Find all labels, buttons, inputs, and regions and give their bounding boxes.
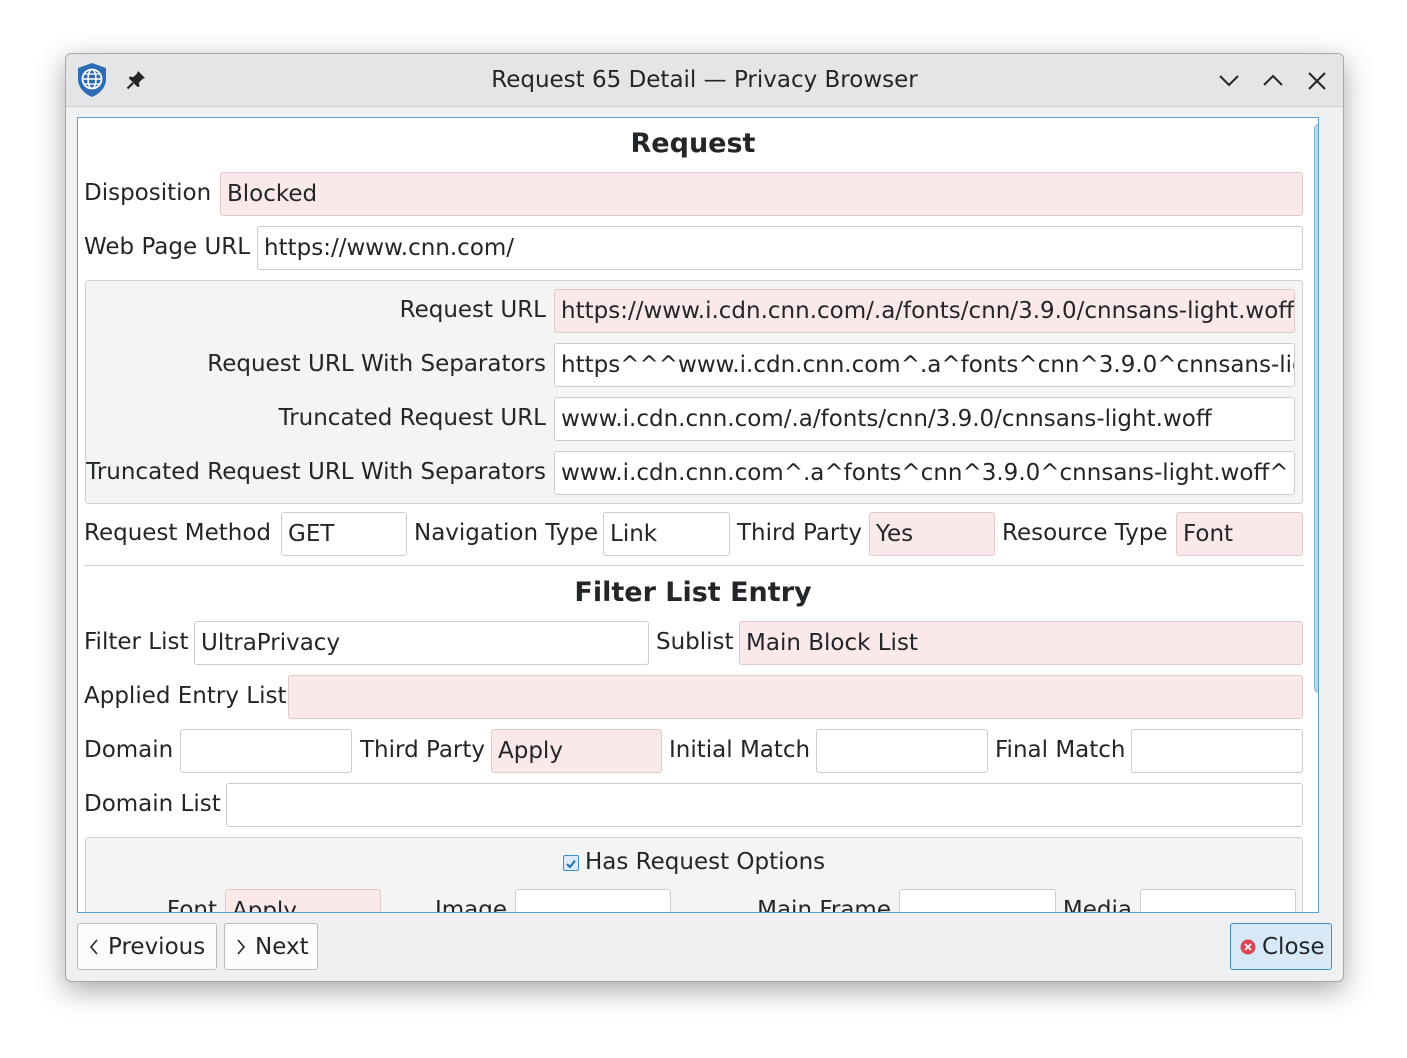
- applied-entry-list-field[interactable]: [288, 675, 1303, 719]
- close-button[interactable]: Close: [1230, 923, 1332, 970]
- option-main-frame-label: Main Frame: [757, 897, 891, 913]
- maximize-chevron-up-icon[interactable]: [1260, 68, 1286, 94]
- filter-list-entry-heading: Filter List Entry: [574, 577, 812, 608]
- request-detail-window: Request 65 Detail — Privacy Browser Requ…: [65, 53, 1344, 982]
- truncated-url-separators-label: Truncated Request URL With Separators: [86, 459, 546, 485]
- initial-match-field[interactable]: [816, 729, 988, 773]
- option-main-frame-field[interactable]: [899, 889, 1056, 912]
- detail-scroll-area[interactable]: Request Disposition Blocked Web Page URL…: [77, 117, 1319, 913]
- final-match-label: Final Match: [995, 737, 1126, 763]
- close-button-label: Close: [1262, 933, 1325, 960]
- resource-type-label: Resource Type: [1002, 520, 1168, 546]
- web-page-url-field[interactable]: https://www.cnn.com/: [257, 226, 1303, 270]
- domain-label: Domain: [84, 737, 174, 763]
- request-url-separators-label: Request URL With Separators: [207, 351, 546, 377]
- sublist-label: Sublist: [656, 629, 734, 655]
- request-options-group: Has Request Options Font Apply Image Mai…: [85, 837, 1303, 913]
- navigation-type-label: Navigation Type: [414, 520, 599, 546]
- option-font-label: Font: [166, 897, 217, 913]
- title-bar[interactable]: Request 65 Detail — Privacy Browser: [66, 54, 1343, 107]
- applied-entry-list-label: Applied Entry List: [84, 683, 287, 709]
- previous-button[interactable]: Previous: [77, 923, 217, 970]
- filter-list-label: Filter List: [84, 629, 189, 655]
- option-image-field[interactable]: [515, 889, 671, 912]
- request-url-separators-field[interactable]: https^^^www.i.cdn.cnn.com^.a^fonts^cnn^3…: [554, 343, 1295, 387]
- option-media-label: Media: [1062, 897, 1132, 913]
- resource-type-field[interactable]: Font: [1176, 512, 1303, 556]
- web-page-url-label: Web Page URL: [84, 234, 251, 260]
- truncated-url-field[interactable]: www.i.cdn.cnn.com/.a/fonts/cnn/3.9.0/cnn…: [554, 397, 1295, 441]
- filter-list-field[interactable]: UltraPrivacy: [194, 621, 649, 665]
- checkmark-icon: [566, 859, 576, 869]
- option-image-label: Image: [434, 897, 507, 913]
- close-circle-icon: [1240, 939, 1256, 954]
- vertical-scrollbar[interactable]: [1314, 124, 1318, 693]
- close-x-icon[interactable]: [1304, 68, 1330, 94]
- final-match-field[interactable]: [1131, 729, 1303, 773]
- filter-third-party-label: Third Party: [360, 737, 485, 763]
- third-party-label: Third Party: [737, 520, 862, 546]
- truncated-url-label: Truncated Request URL: [278, 405, 546, 431]
- request-method-field[interactable]: GET: [281, 512, 407, 556]
- option-font-field[interactable]: Apply: [225, 889, 381, 912]
- minimize-chevron-down-icon[interactable]: [1216, 68, 1242, 94]
- navigation-type-field[interactable]: Link: [603, 512, 730, 556]
- window-title: Request 65 Detail — Privacy Browser: [491, 67, 918, 93]
- domain-list-label: Domain List: [84, 791, 221, 817]
- request-url-label: Request URL: [399, 297, 546, 323]
- third-party-field[interactable]: Yes: [869, 512, 995, 556]
- has-request-options-label: Has Request Options: [585, 849, 826, 875]
- chevron-right-icon: [237, 938, 246, 955]
- section-divider: [84, 565, 1304, 566]
- sublist-field[interactable]: Main Block List: [739, 621, 1303, 665]
- truncated-url-separators-field[interactable]: www.i.cdn.cnn.com^.a^fonts^cnn^3.9.0^cnn…: [554, 451, 1295, 495]
- request-heading: Request: [630, 128, 756, 159]
- chevron-left-icon: [89, 938, 98, 955]
- previous-button-label: Previous: [108, 933, 206, 960]
- filter-third-party-field[interactable]: Apply: [491, 729, 662, 773]
- disposition-label: Disposition: [84, 180, 212, 206]
- next-button-label: Next: [255, 933, 309, 960]
- option-media-field[interactable]: [1140, 889, 1296, 912]
- domain-field[interactable]: [180, 729, 352, 773]
- domain-list-field[interactable]: [226, 783, 1303, 827]
- has-request-options-checkbox[interactable]: [563, 855, 579, 871]
- request-method-label: Request Method: [84, 520, 271, 546]
- disposition-field[interactable]: Blocked: [220, 172, 1303, 216]
- request-url-field[interactable]: https://www.i.cdn.cnn.com/.a/fonts/cnn/3…: [554, 289, 1295, 333]
- request-url-group: Request URL https://www.i.cdn.cnn.com/.a…: [85, 280, 1303, 504]
- next-button[interactable]: Next: [224, 923, 318, 970]
- initial-match-label: Initial Match: [669, 737, 811, 763]
